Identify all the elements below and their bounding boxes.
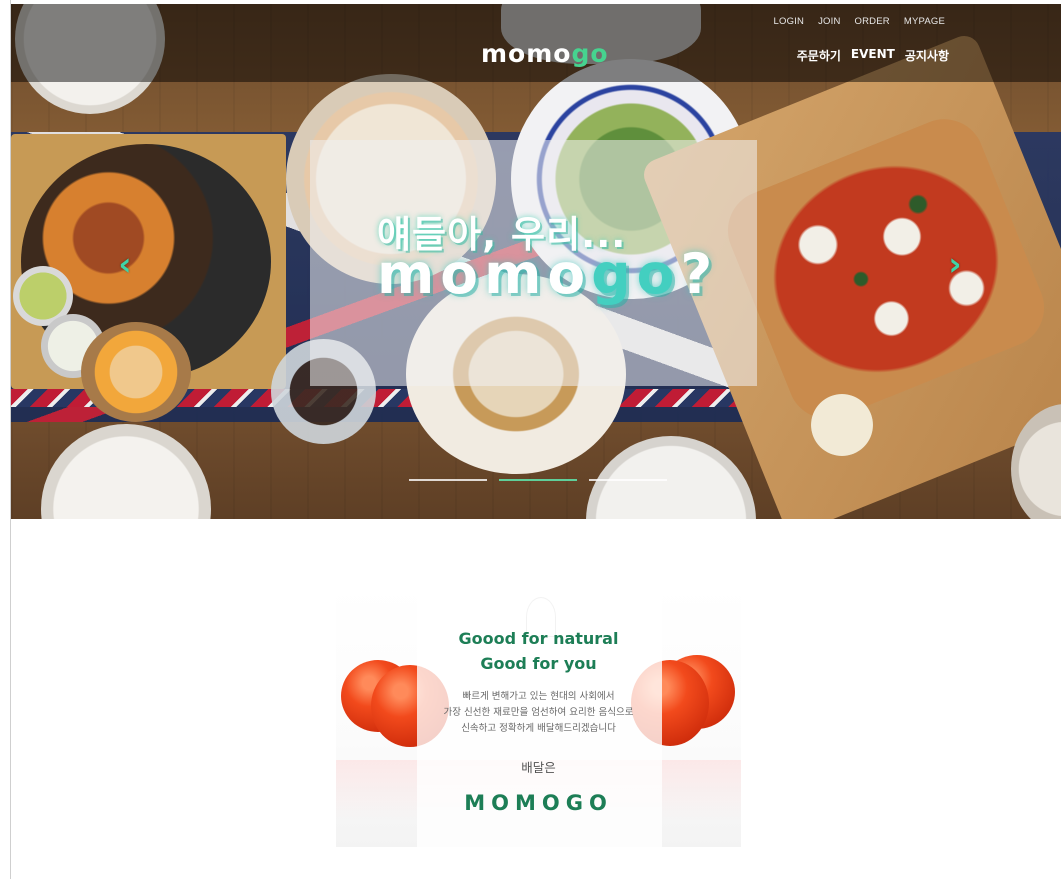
order-link[interactable]: ORDER — [855, 16, 890, 27]
site-logo[interactable]: momogo — [481, 39, 609, 68]
main-nav: 주문하기 EVENT 공지사항 — [797, 47, 949, 64]
promo-tagline-line2: Good for you — [480, 654, 597, 673]
hero-headline-line2: momogo? — [377, 242, 718, 306]
logo-text-momo: momo — [481, 39, 572, 68]
promo-description-line2: 가장 신선한 재료만을 엄선하여 요리한 음식으로 — [443, 707, 634, 718]
hero-headline-momo: momo — [377, 242, 592, 306]
promo-tagline-line1: Goood for natural — [458, 629, 619, 648]
slider-dot-1[interactable] — [409, 479, 487, 481]
slider-dot-3[interactable] — [589, 479, 667, 481]
utility-nav: LOGIN JOIN ORDER MYPAGE — [774, 16, 945, 27]
hero-headline-question: ? — [680, 242, 719, 306]
slider-prev-arrow-icon[interactable]: ‹ — [114, 248, 136, 280]
promo-brand-name: MOMOGO — [464, 791, 613, 815]
login-link[interactable]: LOGIN — [774, 16, 805, 27]
slider-dot-2[interactable] — [499, 479, 577, 481]
hero-sauce-dish-image — [811, 394, 873, 456]
nav-order[interactable]: 주문하기 — [797, 47, 841, 64]
nav-event[interactable]: EVENT — [851, 47, 895, 64]
promo-section: Goood for natural Good for you 빠르게 변해가고 … — [336, 585, 741, 847]
hero-rice-bowl-image — [81, 322, 191, 422]
hero-headline-go: go — [591, 242, 681, 306]
hero-slider: momogo LOGIN JOIN ORDER MYPAGE 주문하기 EVEN… — [11, 4, 1061, 519]
logo-text-go: go — [571, 39, 609, 68]
promo-description-line3: 신속하고 정확하게 배달해드리겠습니다 — [461, 723, 616, 734]
promo-delivery-label: 배달은 — [521, 760, 556, 775]
promo-description-line1: 빠르게 변해가고 있는 현대의 사회에서 — [462, 691, 615, 702]
slider-pagination — [409, 479, 667, 481]
nav-notice[interactable]: 공지사항 — [905, 47, 949, 64]
slider-next-arrow-icon[interactable]: › — [944, 248, 966, 280]
join-link[interactable]: JOIN — [818, 16, 840, 27]
mypage-link[interactable]: MYPAGE — [904, 16, 945, 27]
